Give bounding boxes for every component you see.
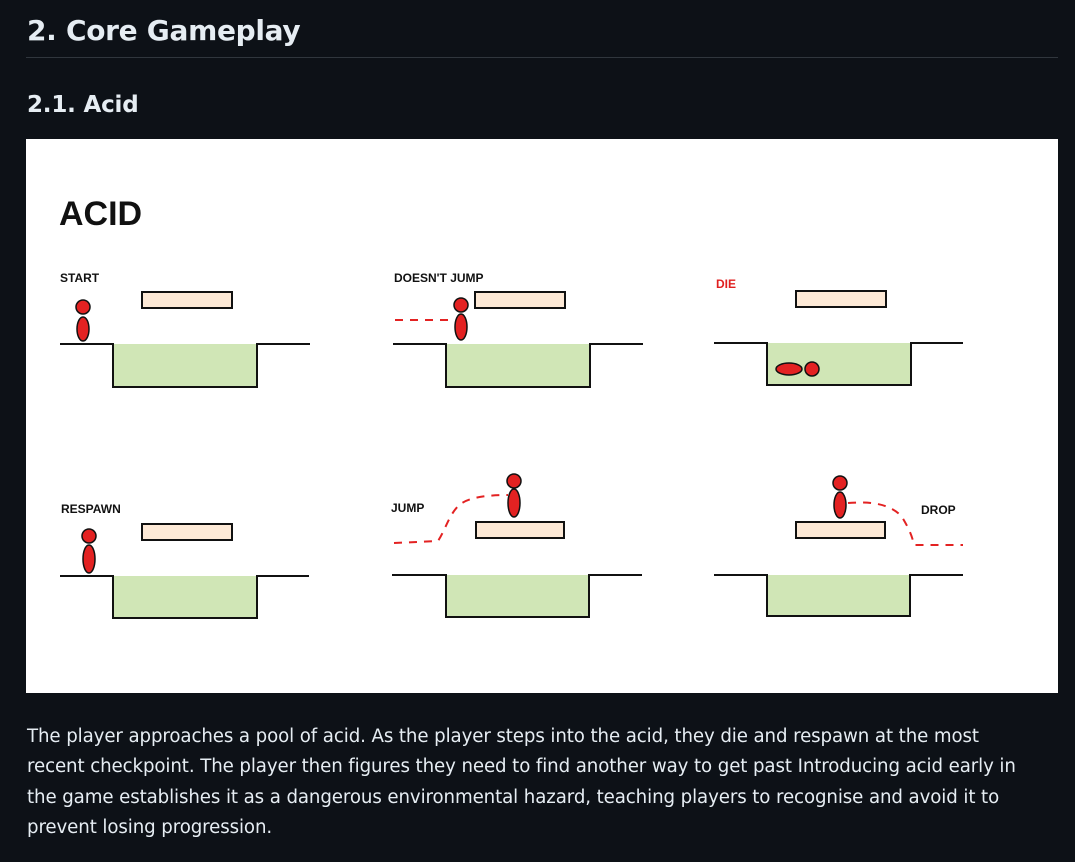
diagram-title: ACID <box>59 195 142 233</box>
floating-platform <box>474 291 566 309</box>
floating-platform <box>141 291 233 309</box>
panel-jump: JUMP <box>391 473 642 618</box>
player-body <box>454 313 468 341</box>
acid-pool <box>446 575 589 617</box>
acid-pool <box>446 344 590 387</box>
panel-label-die: DIE <box>716 277 736 291</box>
player-body <box>82 544 96 574</box>
acid-diagram-svg: ACID START DOESN'T JUMP DIE RESPAWN JUMP… <box>59 195 963 619</box>
player-head <box>75 299 91 315</box>
player-body <box>833 491 847 519</box>
panel-doesnt-jump: DOESN'T JUMP <box>393 271 643 388</box>
panel-label-start: START <box>60 271 100 285</box>
acid-pool <box>113 576 257 618</box>
panel-label-jump: JUMP <box>391 501 424 515</box>
acid-pool <box>767 575 910 616</box>
player-body <box>76 316 90 342</box>
acid-diagram-image: ACID START DOESN'T JUMP DIE RESPAWN JUMP… <box>26 139 1058 693</box>
panel-drop: DROP <box>714 475 963 617</box>
floating-platform <box>141 523 233 541</box>
player-head <box>832 475 848 491</box>
player-head-dead <box>804 361 820 377</box>
section-heading: 2. Core Gameplay <box>27 14 301 47</box>
player-body-dead <box>775 362 803 376</box>
document-page: 2. Core Gameplay 2.1. Acid ACID START DO… <box>0 0 1075 862</box>
player-body <box>507 488 521 518</box>
acid-pool <box>113 344 257 387</box>
panel-label-doesnt-jump: DOESN'T JUMP <box>394 271 484 285</box>
heading-divider <box>26 57 1058 58</box>
description-paragraph: The player approaches a pool of acid. As… <box>27 726 1016 838</box>
subsection-heading: 2.1. Acid <box>27 92 139 118</box>
player-head <box>506 473 522 489</box>
panel-die: DIE <box>714 277 963 386</box>
panel-respawn: RESPAWN <box>60 502 309 619</box>
floating-platform <box>795 290 887 308</box>
panel-label-drop: DROP <box>921 503 956 517</box>
player-head <box>453 297 469 313</box>
panel-start: START <box>60 271 310 388</box>
panel-label-respawn: RESPAWN <box>61 502 121 516</box>
player-head <box>81 528 97 544</box>
floating-platform <box>795 521 886 539</box>
floating-platform <box>475 521 565 539</box>
